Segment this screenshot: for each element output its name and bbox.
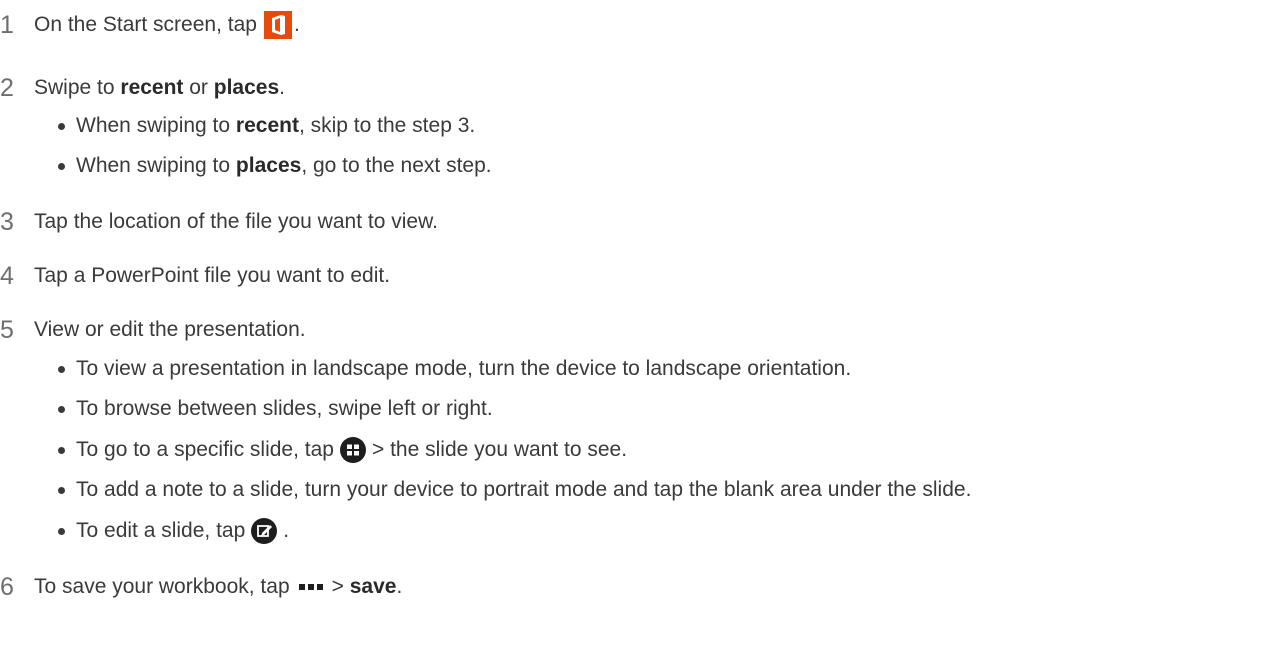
bullet-goto-slide: To go to a specific slide, tap > the sli… [58, 430, 627, 470]
step-2-text-mid: or [183, 76, 214, 99]
bullet-text-post: , skip to the step 3. [298, 114, 476, 137]
recent-label: recent [120, 76, 184, 99]
edit-icon [251, 518, 278, 544]
bullet-edit-slide: To edit a slide, tap . [58, 511, 289, 551]
step-text: Tap a PowerPoint file you want to edit. [34, 264, 391, 287]
bullet-add-note: To add a note to a slide, turn your devi… [58, 470, 971, 510]
bullet-text-pre: When swiping to [76, 154, 236, 177]
step-2: 2 Swipe to recent or places . [0, 66, 285, 110]
step-5: 5 View or edit the presentation. [0, 308, 306, 352]
bullet-text-post: . [283, 519, 290, 542]
bullet-dot [58, 122, 65, 130]
more-dots-icon [298, 584, 323, 590]
bullet-dot [58, 446, 65, 454]
bullet-dot [58, 365, 65, 373]
slide-grid-icon [339, 437, 366, 463]
office-icon [263, 11, 292, 39]
step-text: To save your workbook, tap > save . [34, 575, 402, 599]
step-1-period: . [293, 13, 300, 36]
places-label: places [235, 154, 302, 177]
step-2-text-pre: Swipe to [34, 76, 121, 99]
bullet-text: To add a note to a slide, turn your devi… [76, 478, 972, 501]
step-text: View or edit the presentation. [34, 318, 306, 341]
step-number: 5 [0, 315, 14, 344]
bullet-text-pre: To edit a slide, tap [76, 519, 246, 542]
step-number: 1 [0, 10, 14, 39]
bullet-landscape: To view a presentation in landscape mode… [58, 349, 851, 389]
step-text: On the Start screen, tap . [34, 11, 300, 39]
recent-label: recent [235, 114, 299, 137]
bullet-text: To view a presentation in landscape mode… [76, 357, 852, 380]
bullet-browse: To browse between slides, swipe left or … [58, 389, 493, 429]
places-label: places [213, 76, 280, 99]
bullet-recent: When swiping to recent , skip to the ste… [58, 106, 475, 146]
bullet-text: To browse between slides, swipe left or … [76, 397, 493, 420]
step-4: 4 Tap a PowerPoint file you want to edit… [0, 254, 390, 298]
step-3: 3 Tap the location of the file you want … [0, 200, 438, 244]
bullet-dot [58, 527, 65, 535]
step-number: 2 [0, 73, 14, 102]
step-text: Tap the location of the file you want to… [34, 210, 438, 233]
step-number: 3 [0, 207, 14, 236]
bullet-dot [58, 162, 65, 170]
save-label: save [349, 575, 397, 598]
step-6-text-mid: > [331, 575, 350, 598]
step-2-period: . [279, 76, 285, 99]
bullet-text-pre: When swiping to [76, 114, 236, 137]
step-6-period: . [396, 575, 403, 598]
step-1: 1 On the Start screen, tap . [0, 3, 300, 47]
bullet-places: When swiping to places , go to the next … [58, 146, 492, 186]
step-text: Swipe to recent or places . [34, 76, 285, 100]
step-number: 6 [0, 572, 14, 601]
bullet-text-post: , go to the next step. [301, 154, 492, 177]
bullet-dot [58, 486, 65, 494]
step-6-text-pre: To save your workbook, tap [34, 575, 290, 598]
step-1-text: On the Start screen, tap [34, 13, 257, 36]
bullet-text-pre: To go to a specific slide, tap [76, 438, 334, 461]
step-6: 6 To save your workbook, tap > save . [0, 565, 402, 609]
bullet-dot [58, 405, 65, 413]
bullet-text-post: > the slide you want to see. [371, 438, 628, 461]
step-number: 4 [0, 261, 14, 290]
